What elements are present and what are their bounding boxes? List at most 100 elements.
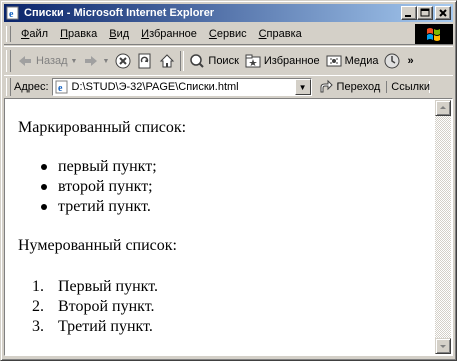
search-label: Поиск — [208, 55, 239, 67]
media-button[interactable]: Медиа — [323, 49, 382, 73]
numbered-item-text: Третий пункт. — [58, 318, 153, 335]
menu-bar: Файл Правка Вид Избранное Сервис Справка — [4, 24, 453, 45]
forward-button[interactable]: ▼ — [80, 49, 112, 73]
bulleted-list-item: первый пункт; — [41, 157, 157, 177]
bulleted-list-item: третий пункт. — [41, 197, 157, 217]
go-label: Переход — [336, 81, 381, 93]
numbered-item-text: Первый пункт. — [58, 278, 158, 295]
address-bar: Адрес: e ▼ Переход Ссылки — [4, 75, 453, 99]
list-number: 1. — [32, 278, 44, 295]
bulleted-list-item: второй пункт; — [41, 177, 157, 197]
home-icon — [159, 53, 175, 69]
page-content: Маркированный список: первый пункт; втор… — [6, 100, 435, 354]
numbered-list-heading: Нумерованный список: — [18, 237, 177, 254]
menu-edit-accel: П — [60, 28, 68, 40]
bullet-icon — [41, 184, 47, 190]
bulleted-list-heading: Маркированный список: — [18, 119, 187, 136]
ie-page-icon: e — [6, 6, 20, 20]
address-label: Адрес: — [14, 81, 49, 93]
scroll-down-button[interactable] — [435, 338, 451, 354]
arrow-down-icon — [440, 345, 446, 348]
windows-flag-icon — [427, 28, 440, 41]
media-label: Медиа — [344, 55, 379, 67]
window-controls — [401, 6, 451, 20]
back-dropdown-icon[interactable]: ▼ — [71, 58, 78, 65]
maximize-button[interactable] — [417, 6, 433, 20]
windows-logo — [415, 24, 453, 44]
favorites-folder-icon — [245, 53, 261, 69]
address-bar-grip[interactable] — [6, 78, 11, 96]
back-label: Назад — [36, 55, 68, 67]
bulleted-item-text: первый пункт; — [58, 158, 157, 175]
search-button[interactable]: Поиск — [186, 49, 241, 73]
list-number: 3. — [32, 318, 44, 335]
numbered-list-item: 2. Второй пункт. — [32, 297, 158, 317]
toolbar-separator — [180, 51, 185, 71]
forward-arrow-icon — [83, 53, 99, 69]
vertical-scrollbar[interactable] — [435, 100, 451, 354]
go-button[interactable]: Переход — [318, 79, 381, 95]
links-label: Ссылки — [391, 81, 430, 93]
bulleted-item-text: второй пункт; — [58, 178, 153, 195]
bullet-icon — [41, 164, 47, 170]
numbered-list-item: 3. Третий пункт. — [32, 317, 158, 337]
close-icon — [439, 9, 447, 17]
title-bar[interactable]: e Списки - Microsoft Internet Explorer — [4, 4, 453, 22]
back-button[interactable]: Назад ▼ — [14, 49, 80, 73]
minimize-icon — [405, 15, 411, 17]
menu-help-label: правка — [266, 28, 302, 40]
menu-file-label: айл — [29, 28, 49, 40]
links-button[interactable]: Ссылки — [386, 81, 430, 93]
numbered-item-text: Второй пункт. — [58, 298, 155, 315]
address-field[interactable]: e ▼ — [51, 78, 312, 96]
menu-help-accel: С — [258, 28, 267, 40]
maximize-icon — [420, 8, 430, 17]
menu-file[interactable]: Файл — [15, 28, 54, 40]
menu-favorites-label: збранное — [149, 28, 197, 40]
bulleted-list: первый пункт; второй пункт; третий пункт… — [41, 157, 157, 217]
minimize-button[interactable] — [401, 6, 417, 20]
refresh-icon — [137, 53, 153, 69]
address-dropdown-button[interactable]: ▼ — [294, 79, 311, 95]
numbered-list-item: 1. Первый пункт. — [32, 277, 158, 297]
menu-tools-label: ервис — [216, 28, 247, 40]
toolbar-grip[interactable] — [6, 50, 11, 72]
forward-dropdown-icon[interactable]: ▼ — [102, 58, 109, 65]
search-icon — [189, 53, 205, 69]
close-button[interactable] — [435, 6, 451, 20]
menu-view[interactable]: Вид — [103, 28, 135, 40]
chevron-down-icon: ▼ — [298, 82, 307, 92]
history-icon — [384, 53, 400, 69]
arrow-up-icon — [440, 106, 446, 109]
history-button[interactable] — [381, 49, 403, 73]
menu-tools-accel: С — [208, 28, 217, 40]
bullet-icon — [41, 204, 47, 210]
media-icon — [326, 53, 342, 69]
menu-tools[interactable]: Сервис — [203, 28, 253, 40]
bulleted-item-text: третий пункт. — [58, 198, 151, 215]
menu-bar-grip[interactable] — [6, 26, 11, 42]
list-number: 2. — [32, 298, 44, 315]
menu-favorites[interactable]: Избранное — [135, 28, 203, 40]
page-viewport: Маркированный список: первый пункт; втор… — [4, 98, 453, 356]
stop-button[interactable] — [112, 49, 134, 73]
favorites-label: Избранное — [263, 55, 320, 67]
menu-favorites-accel: И — [141, 28, 150, 40]
menu-edit-label: равка — [67, 28, 98, 40]
svg-text:e: e — [58, 83, 63, 94]
menu-view-accel: В — [109, 28, 117, 40]
scroll-up-button[interactable] — [435, 100, 451, 116]
toolbar-overflow-chevron-icon[interactable]: » — [407, 55, 413, 67]
home-button[interactable] — [156, 49, 178, 73]
menu-edit[interactable]: Правка — [54, 28, 103, 40]
standard-toolbar: Назад ▼ ▼ Поиск Избранное Медиа » — [4, 46, 453, 76]
menu-view-label: ид — [116, 28, 130, 40]
numbered-list: 1. Первый пункт. 2. Второй пункт. 3. Третий… — [32, 277, 158, 337]
window-title: Списки - Microsoft Internet Explorer — [24, 7, 215, 19]
svg-text:e: e — [9, 9, 14, 20]
refresh-button[interactable] — [134, 49, 156, 73]
menu-help[interactable]: Справка — [253, 28, 308, 40]
browser-window: e Списки - Microsoft Internet Explorer Ф… — [0, 0, 457, 361]
address-input[interactable] — [71, 81, 290, 93]
favorites-button[interactable]: Избранное — [242, 49, 323, 73]
